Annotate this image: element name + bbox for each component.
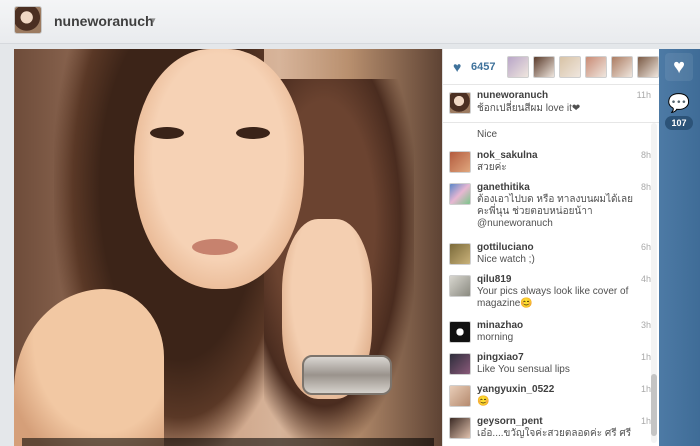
speech-bubble-icon[interactable]: 💬 (665, 91, 693, 115)
comment-item: nok_sakulna 8h สวยค่ะ (443, 147, 659, 179)
comment-text: morning (477, 332, 514, 343)
comment-item: gottiluciano 6h Nice watch ;) (443, 239, 659, 271)
comment-username[interactable]: qilu819 (477, 274, 511, 285)
user-avatar[interactable] (14, 6, 42, 34)
comment-text: สวยค่ะ (477, 162, 507, 173)
header-username[interactable]: nuneworanuch (54, 13, 154, 29)
comment-item: ganethitika 8h ต้องเอาไปบด หรือ ทาลงบนผม… (443, 179, 659, 239)
comment-text: Like You sensual lips (477, 364, 570, 375)
heart-icon[interactable]: ♥ (453, 60, 467, 74)
comment-item: minazhao 3h morning (443, 317, 659, 349)
comment-text: เอ๋อ....ขวัญใจค่ะสวยตลอดค่ะ ศรี ศรี (477, 428, 632, 439)
action-strip: ♥ 💬 107 (659, 49, 700, 446)
comment-item: Nice (443, 123, 659, 147)
chevron-down-icon[interactable]: ▾ (151, 15, 156, 26)
avatar[interactable] (449, 151, 471, 173)
comment-text: Nice (477, 129, 498, 140)
comment-username[interactable]: yangyuxin_0522 (477, 384, 554, 395)
comment-time: 4h (640, 274, 651, 284)
post-photo[interactable] (14, 49, 442, 446)
comment-username[interactable]: geysorn_pent (477, 416, 543, 427)
liker-avatar[interactable] (507, 56, 529, 78)
comment-list[interactable]: Nice nok_sakulna 8h สวยค่ะ ganethitika 8… (443, 123, 659, 445)
liker-avatar[interactable] (585, 56, 607, 78)
comment-time: 1h (640, 416, 651, 426)
comments-panel: ♥ 6457 nuneworanuch 11h ช้อกเปลี่ยนสีผม … (442, 49, 659, 446)
comment-text: Nice watch ;) (477, 254, 535, 265)
like-count[interactable]: 6457 (471, 61, 495, 73)
liker-avatar[interactable] (637, 56, 659, 78)
comment-username[interactable]: minazhao (477, 320, 523, 331)
comment-username[interactable]: pingxiao7 (477, 352, 524, 363)
comment-time: 8h (640, 182, 651, 192)
liker-avatar[interactable] (533, 56, 555, 78)
liker-avatar[interactable] (559, 56, 581, 78)
caption: nuneworanuch 11h ช้อกเปลี่ยนสีผม love it… (443, 85, 659, 123)
likes-row: ♥ 6457 (443, 49, 659, 85)
avatar[interactable] (449, 243, 471, 265)
comment-count[interactable]: 107 (665, 116, 693, 130)
avatar[interactable] (449, 275, 471, 297)
comment-time: 3h (640, 320, 651, 330)
comment-username[interactable]: nok_sakulna (477, 150, 538, 161)
caption-username[interactable]: nuneworanuch (477, 90, 548, 101)
avatar[interactable] (449, 92, 471, 114)
comment-time: 8h (640, 150, 651, 160)
avatar[interactable] (449, 321, 471, 343)
comment-item: geysorn_pent 1h เอ๋อ....ขวัญใจค่ะสวยตลอด… (443, 413, 659, 445)
liker-avatar[interactable] (611, 56, 633, 78)
comment-text: Your pics always look like cover of maga… (477, 286, 629, 309)
comment-text: ต้องเอาไปบด หรือ ทาลงบนผมได้เลยคะพี่นุน … (477, 194, 633, 229)
avatar[interactable] (449, 183, 471, 205)
comment-time: 6h (640, 242, 651, 252)
caption-time: 11h (636, 90, 651, 100)
comment-time: 1h (640, 384, 651, 394)
top-bar: nuneworanuch ▾ (0, 0, 700, 44)
comment-time: 1h (640, 352, 651, 362)
comment-username[interactable]: gottiluciano (477, 242, 534, 253)
avatar[interactable] (449, 417, 471, 439)
comment-item: yangyuxin_0522 1h 😊 (443, 381, 659, 413)
comment-item: qilu819 4h Your pics always look like co… (443, 271, 659, 317)
caption-text: ช้อกเปลี่ยนสีผม love it❤ (477, 103, 581, 114)
heart-icon[interactable]: ♥ (665, 53, 693, 81)
comment-item: pingxiao7 1h Like You sensual lips (443, 349, 659, 381)
avatar[interactable] (449, 353, 471, 375)
comment-username[interactable]: ganethitika (477, 182, 530, 193)
avatar[interactable] (449, 385, 471, 407)
comment-text: 😊 (477, 396, 490, 407)
scrollbar-thumb[interactable] (651, 374, 657, 436)
